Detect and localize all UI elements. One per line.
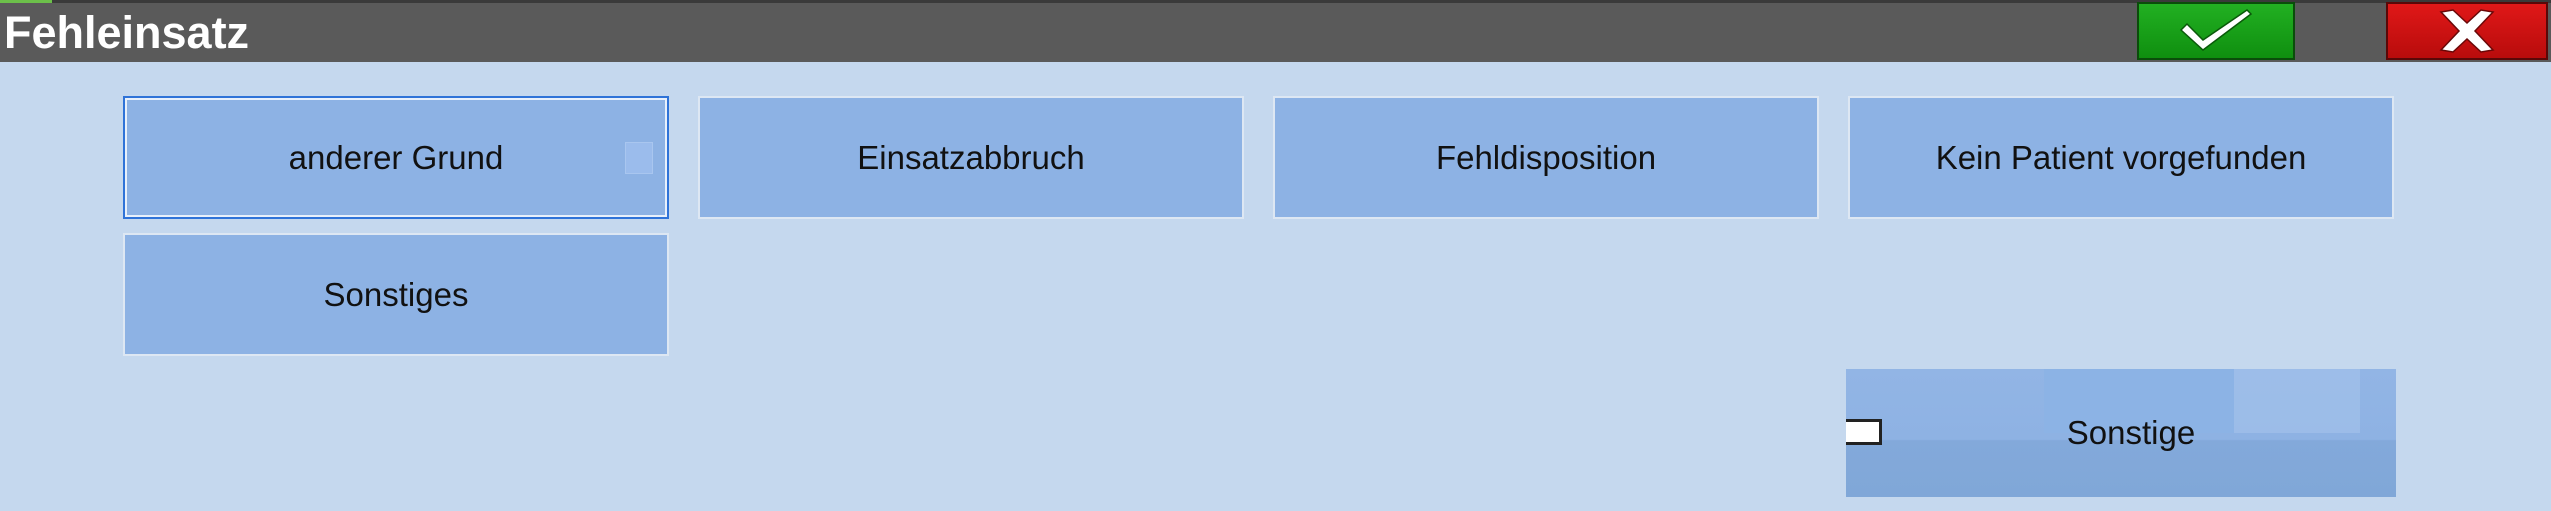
- reason-label: anderer Grund: [288, 138, 504, 176]
- title-accent: [0, 0, 52, 3]
- dialog-title: Fehleinsatz: [4, 7, 250, 58]
- x-icon: [2439, 9, 2495, 53]
- reason-button-fehldisposition[interactable]: Fehldisposition: [1273, 96, 1819, 219]
- sonstige-label: Sonstige: [2066, 414, 2196, 451]
- reason-label: Fehldisposition: [1435, 138, 1657, 176]
- reason-button-kein-patient[interactable]: Kein Patient vorgefunden: [1848, 96, 2394, 219]
- sonstige-toggle-button[interactable]: Sonstige: [1846, 369, 2396, 497]
- reason-button-sonstiges[interactable]: Sonstiges: [123, 233, 669, 356]
- reason-label: Kein Patient vorgefunden: [1935, 138, 2307, 176]
- reason-label: Sonstiges: [323, 275, 469, 313]
- confirm-button[interactable]: [2137, 2, 2295, 60]
- cancel-button[interactable]: [2386, 2, 2548, 60]
- reason-label: Einsatzabbruch: [857, 138, 1085, 176]
- reason-button-anderer-grund[interactable]: anderer Grund: [123, 96, 669, 219]
- reason-button-einsatzabbruch[interactable]: Einsatzabbruch: [698, 96, 1244, 219]
- selection-marker: [625, 142, 653, 174]
- checkmark-icon: [2179, 9, 2253, 51]
